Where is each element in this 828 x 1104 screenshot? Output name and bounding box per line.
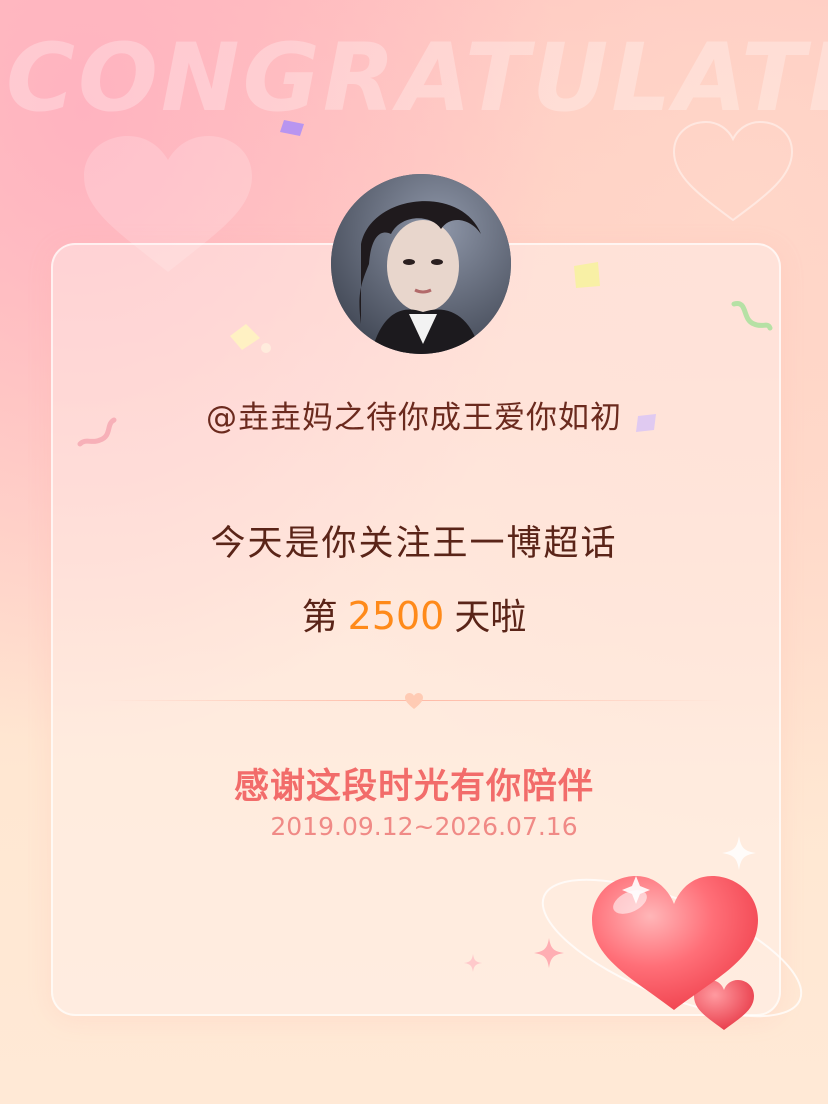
confetti-purple-icon: [280, 120, 304, 136]
days-count-line: 第 2500 天啦: [0, 588, 828, 640]
username-label[interactable]: @垚垚妈之待你成王爱你如初: [0, 392, 828, 437]
date-range-text: 2019.09.12~2026.07.16: [270, 812, 578, 841]
background-heart-outline-icon: [672, 120, 794, 222]
sparkle-tiny-icon: [464, 954, 482, 972]
congratulation-card-screen: CONGRATULATE @垚垚妈之待你成王爱你如初 今天是你关注王一博超话 第…: [0, 0, 828, 1104]
congratulate-watermark: CONGRATULATE: [6, 24, 828, 133]
avatar[interactable]: [331, 174, 511, 354]
days-suffix: 天啦: [454, 597, 527, 638]
days-count-number: 2500: [347, 594, 445, 638]
avatar-portrait-icon: [331, 174, 511, 354]
heart-ring-decoration-icon: [541, 876, 803, 1030]
follow-message-line: 今天是你关注王一博超话: [210, 524, 618, 564]
days-prefix: 第: [301, 597, 338, 638]
divider-heart-icon: [405, 693, 423, 709]
thanks-text: 感谢这段时光有你陪伴: [233, 767, 594, 807]
